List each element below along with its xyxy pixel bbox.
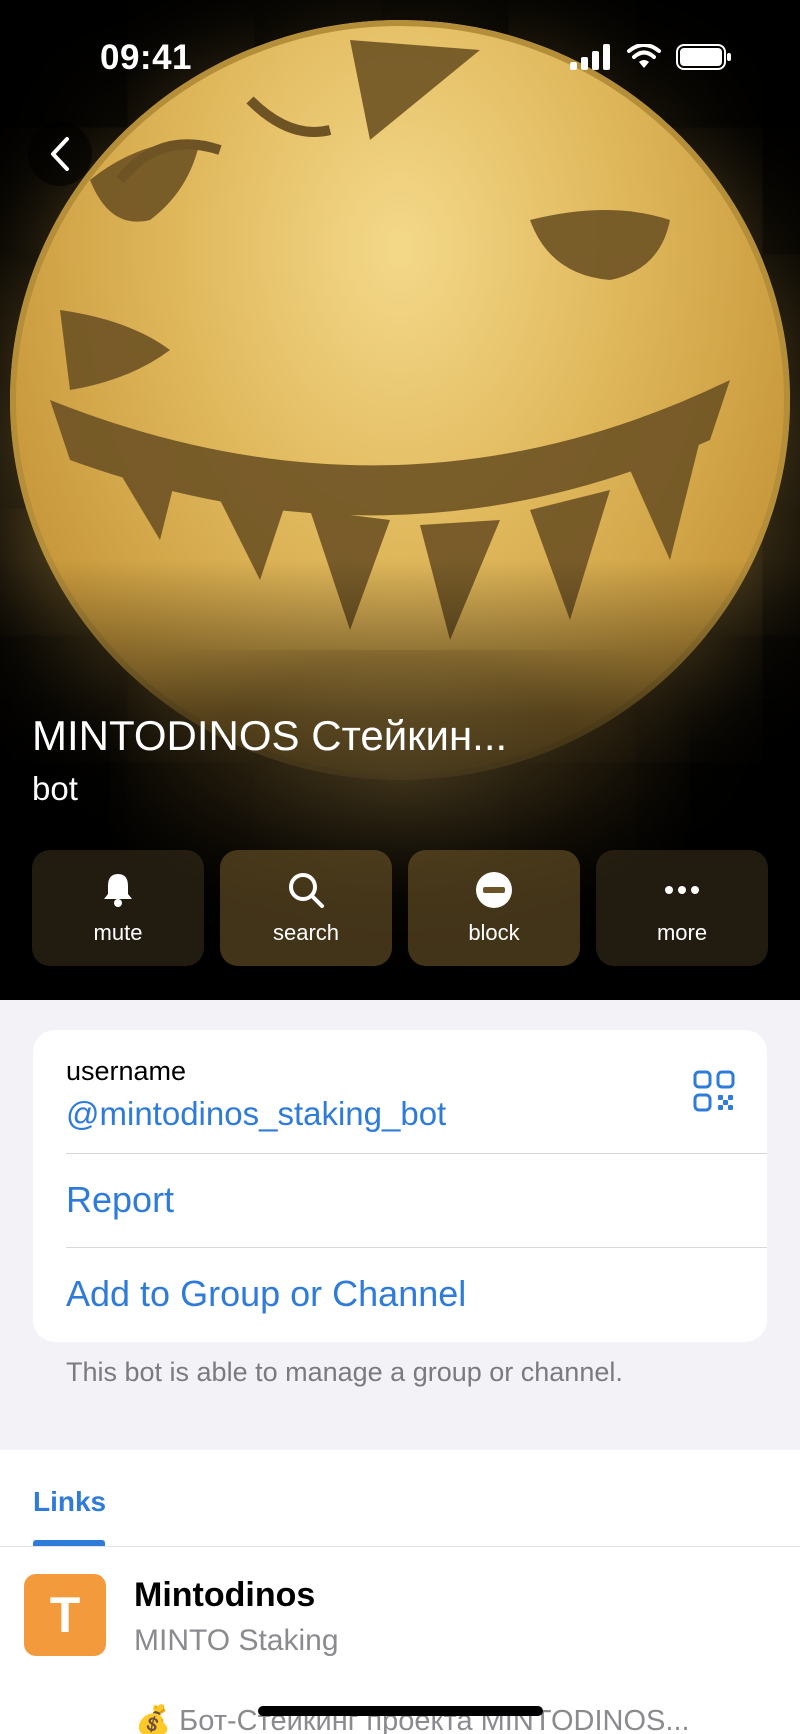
mute-label: mute [93,920,143,945]
profile-name: MINTODINOS Стейкин... [32,712,508,759]
separator [66,1247,767,1248]
wifi-icon [627,44,661,68]
home-indicator [258,1706,543,1716]
search-label: search [272,920,340,945]
block-button[interactable]: block [408,850,580,966]
back-button[interactable] [28,122,92,186]
qr-code-icon[interactable] [693,1070,735,1112]
username-row[interactable]: username @mintodinos_staking_bot [66,1056,446,1133]
profile-subtitle: bot [32,770,78,807]
block-icon [476,872,512,908]
bell-icon [104,874,132,907]
more-button[interactable]: more [596,850,768,966]
action-bar: mute search block more [32,850,768,966]
info-card: username @mintodinos_staking_bot Report … [33,1030,767,1342]
username-label: username [66,1056,187,1086]
block-label: block [468,920,520,945]
link-subtitle: MINTO Staking [134,1624,339,1657]
links-section: Links T Mintodinos MINTO Staking [0,1450,800,1734]
list-item[interactable]: T Mintodinos MINTO Staking [24,1570,776,1670]
search-button[interactable]: search [220,850,392,966]
bot-permission-note: This bot is able to manage a group or ch… [66,1357,623,1387]
link-title: Mintodinos [134,1576,316,1614]
status-time: 09:41 [100,38,193,77]
more-dots-icon [665,886,699,894]
status-bar: 09:41 [0,0,800,110]
chevron-left-icon [51,137,69,171]
status-icons [570,44,732,70]
username-value[interactable]: @mintodinos_staking_bot [66,1095,446,1133]
more-label: more [656,920,708,945]
magnifier-icon [289,873,324,908]
tab-links[interactable]: Links [33,1486,106,1518]
report-button[interactable]: Report [66,1179,174,1221]
add-to-group-button[interactable]: Add to Group or Channel [66,1273,466,1315]
separator [0,1546,800,1547]
link-avatar: T [24,1574,106,1656]
mute-button[interactable]: mute [32,850,204,966]
separator [66,1153,767,1154]
profile-header: 09:41 MINTODINOS Стейкин... bot mute sea… [0,0,800,1000]
cellular-signal-icon [570,44,610,70]
battery-icon [676,44,731,70]
